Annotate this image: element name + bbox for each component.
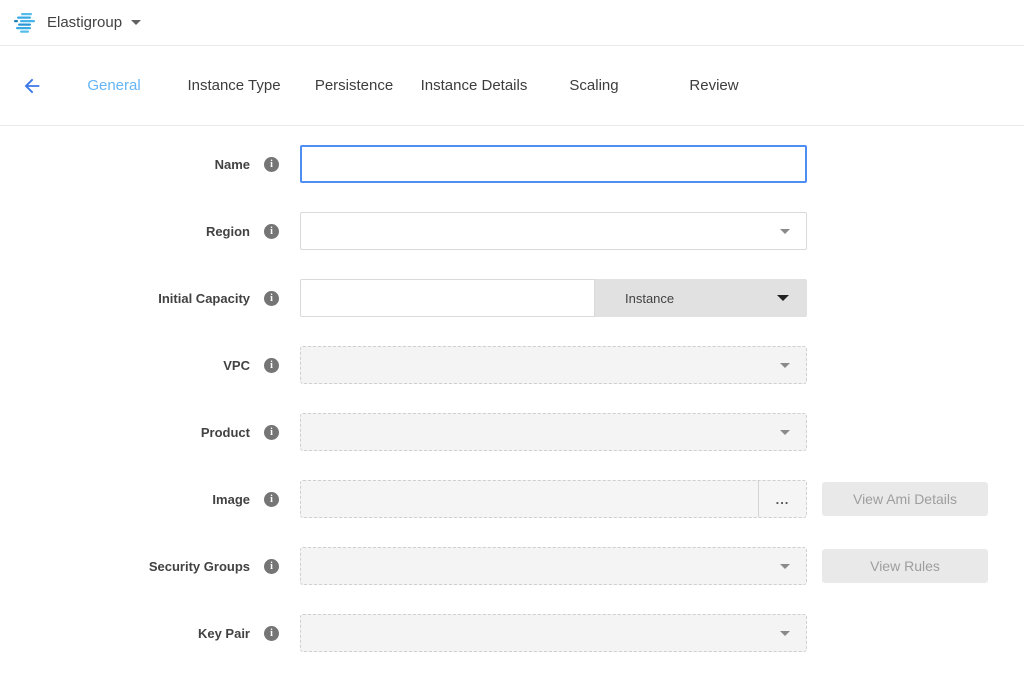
arrow-back-icon <box>21 75 43 97</box>
form-row-vpc: VPC i <box>0 346 1024 384</box>
wizard-tabbar: General Instance Type Persistence Instan… <box>0 46 1024 126</box>
region-select[interactable] <box>300 212 807 250</box>
tab-general[interactable]: General <box>54 77 174 94</box>
tab-review[interactable]: Review <box>654 77 774 94</box>
vpc-select <box>300 346 807 384</box>
image-label: Image <box>0 492 250 507</box>
capacity-unit-value: Instance <box>625 291 674 306</box>
general-form: Name i Region i Initial Capacity i Insta… <box>0 126 1024 652</box>
elastigroup-logo-icon <box>14 13 38 33</box>
tab-instance-type[interactable]: Instance Type <box>174 77 294 94</box>
name-input[interactable] <box>300 145 807 183</box>
info-icon[interactable]: i <box>264 224 279 239</box>
dropdown-caret-icon <box>780 430 790 435</box>
dropdown-caret-icon <box>780 631 790 636</box>
image-input: ... <box>300 480 807 518</box>
vpc-label: VPC <box>0 358 250 373</box>
dropdown-caret-icon <box>780 564 790 569</box>
chevron-down-icon <box>131 20 141 25</box>
dropdown-caret-icon <box>780 229 790 234</box>
browse-ami-button: ... <box>758 481 806 517</box>
form-row-initial-capacity: Initial Capacity i Instance <box>0 279 1024 317</box>
key-pair-label: Key Pair <box>0 626 250 641</box>
name-label: Name <box>0 157 250 172</box>
product-label: Product <box>0 425 250 440</box>
form-row-image: Image i ... View Ami Details <box>0 480 1024 518</box>
back-button[interactable] <box>20 74 44 98</box>
capacity-unit-select[interactable]: Instance <box>595 279 807 317</box>
region-label: Region <box>0 224 250 239</box>
product-select <box>300 413 807 451</box>
info-icon[interactable]: i <box>264 559 279 574</box>
form-row-product: Product i <box>0 413 1024 451</box>
view-rules-button: View Rules <box>822 549 988 583</box>
view-ami-details-button: View Ami Details <box>822 482 988 516</box>
tab-persistence[interactable]: Persistence <box>294 77 414 94</box>
form-row-key-pair: Key Pair i <box>0 614 1024 652</box>
security-groups-select <box>300 547 807 585</box>
dropdown-caret-icon <box>777 295 789 301</box>
key-pair-select <box>300 614 807 652</box>
security-groups-label: Security Groups <box>0 559 250 574</box>
info-icon[interactable]: i <box>264 358 279 373</box>
tab-instance-details[interactable]: Instance Details <box>414 77 534 94</box>
info-icon[interactable]: i <box>264 626 279 641</box>
info-icon[interactable]: i <box>264 291 279 306</box>
initial-capacity-input[interactable] <box>300 279 595 317</box>
dropdown-caret-icon <box>780 363 790 368</box>
app-name: Elastigroup <box>47 14 122 31</box>
image-input-value <box>301 481 758 517</box>
wizard-tabs: General Instance Type Persistence Instan… <box>54 77 774 94</box>
form-row-security-groups: Security Groups i View Rules <box>0 547 1024 585</box>
info-icon[interactable]: i <box>264 492 279 507</box>
app-header: Elastigroup <box>0 0 1024 46</box>
app-switcher[interactable]: Elastigroup <box>38 14 141 31</box>
tab-scaling[interactable]: Scaling <box>534 77 654 94</box>
initial-capacity-label: Initial Capacity <box>0 291 250 306</box>
form-row-region: Region i <box>0 212 1024 250</box>
info-icon[interactable]: i <box>264 157 279 172</box>
info-icon[interactable]: i <box>264 425 279 440</box>
form-row-name: Name i <box>0 145 1024 183</box>
